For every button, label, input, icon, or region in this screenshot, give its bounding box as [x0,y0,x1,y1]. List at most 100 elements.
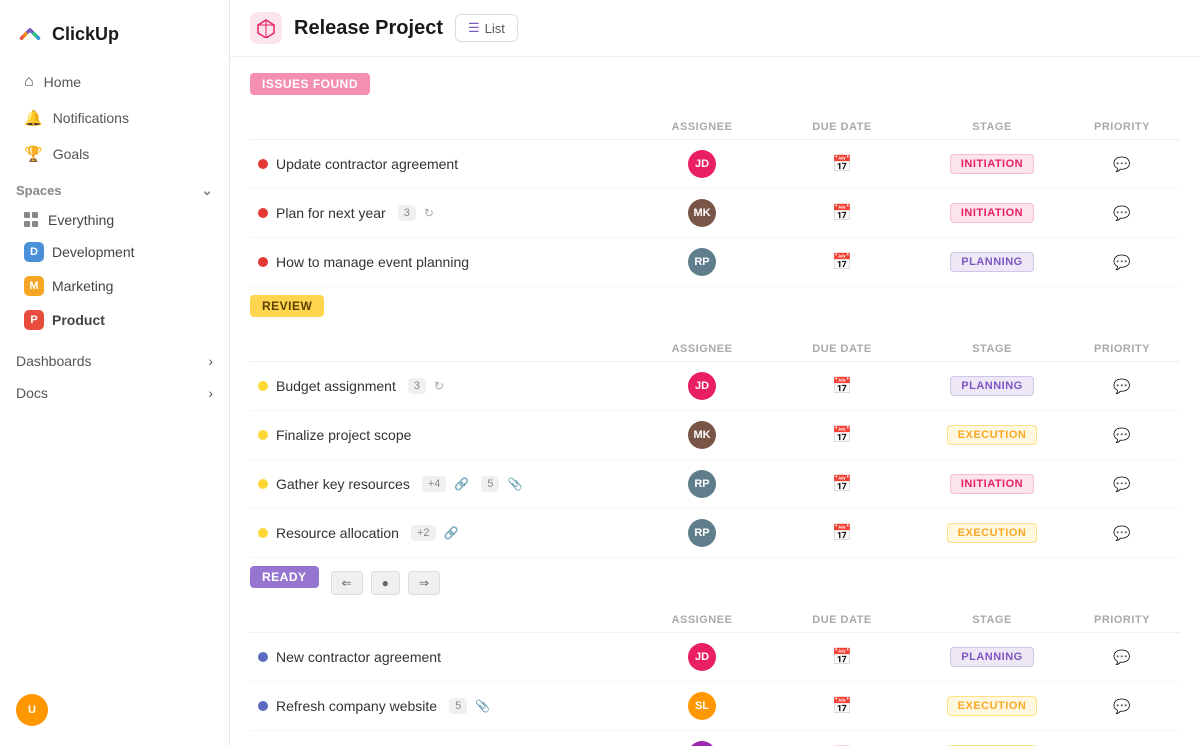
space-label-product: Product [52,312,105,328]
stage-cell: PLANNING [912,376,1072,396]
content-area: ISSUES FOUND ASSIGNEE DUE DATE STAGE PRI… [230,57,1200,746]
stage-badge: EXECUTION [947,425,1038,445]
sidebar: ClickUp ⌂ Home 🔔 Notifications 🏆 Goals S… [0,0,230,746]
view-label: List [485,21,505,36]
table-row[interactable]: Update contractor agreement JD 📅 INITIAT… [250,140,1180,189]
space-badge-d: D [24,242,44,262]
comment-icon: 💬 [1113,427,1130,444]
table-row[interactable]: Budget assignment 3 ↻ JD 📅 PLANNING 💬 [250,362,1180,411]
section-issues-found: ISSUES FOUND ASSIGNEE DUE DATE STAGE PRI… [250,73,1180,287]
calendar-icon: 📅 [832,154,852,174]
nav-item-notifications[interactable]: 🔔 Notifications [8,101,221,135]
space-item-product[interactable]: P Product [8,304,221,336]
dashboards-item[interactable]: Dashboards › [0,345,229,377]
nav-label-goals: Goals [53,146,90,162]
user-avatar[interactable]: U [16,694,48,726]
dashboards-label: Dashboards [16,353,92,369]
priority-cell: 💬 [1072,427,1172,444]
priority-cell: 💬 [1072,254,1172,271]
col-duedate-0: DUE DATE [772,121,912,133]
space-badge-m: M [24,276,44,296]
toolbar-btn-2[interactable]: ● [371,571,400,595]
table-row[interactable]: Resource allocation +2 🔗 RP 📅 EXECUTION … [250,509,1180,558]
sidebar-bottom: Dashboards › Docs › [0,345,229,409]
avatar: RP [688,248,716,276]
task-name: New contractor agreement [258,649,632,665]
avatar: JD [688,643,716,671]
clickup-logo-icon [16,20,44,48]
stage-badge: INITIATION [950,154,1034,174]
stage-cell: EXECUTION [912,523,1072,543]
priority-cell: 💬 [1072,205,1172,222]
project-icon [250,12,282,44]
section-label-ready: READY [250,566,319,588]
avatar: TM [688,741,716,746]
docs-label: Docs [16,385,48,401]
priority-cell: 💬 [1072,698,1172,715]
table-header-issues: ASSIGNEE DUE DATE STAGE PRIORITY [250,115,1180,140]
stage-badge: PLANNING [950,376,1033,396]
task-label: Budget assignment [276,378,396,394]
col-task-rd [258,614,632,626]
col-stage-rd: STAGE [912,614,1072,626]
calendar-icon: 📅 [832,203,852,223]
table-row[interactable]: How to manage event planning RP 📅 PLANNI… [250,238,1180,287]
list-icon: ☰ [468,20,480,36]
section-ready: READY ⇐ ● ⇒ ASSIGNEE DUE DATE STAGE PRIO… [250,566,1180,746]
priority-cell: 💬 [1072,649,1172,666]
task-label: How to manage event planning [276,254,469,270]
avatar: RP [688,519,716,547]
section-label-issues-found: ISSUES FOUND [250,73,370,95]
task-name: Update contractor agreement [258,156,632,172]
priority-dot [258,208,268,218]
toolbar-btn-3[interactable]: ⇒ [408,571,440,595]
space-item-everything[interactable]: Everything [8,206,221,234]
priority-cell: 💬 [1072,525,1172,542]
due-date-cell: 📅 [772,647,912,667]
stage-badge: INITIATION [950,203,1034,223]
priority-dot [258,381,268,391]
table-row[interactable]: Finalize project scope MK 📅 EXECUTION 💬 [250,411,1180,460]
table-row[interactable]: Plan for next year 3 ↻ MK 📅 INITIATION 💬 [250,189,1180,238]
list-view-button[interactable]: ☰ List [455,14,518,42]
due-date-cell: 📅 [772,474,912,494]
timer-icon: ↻ [434,379,444,393]
space-item-marketing[interactable]: M Marketing [8,270,221,302]
paperclip-icon: 📎 [507,477,522,491]
assignee-cell: SL [632,692,772,720]
space-badge-p: P [24,310,44,330]
toolbar-btn-1[interactable]: ⇐ [331,571,363,595]
space-item-development[interactable]: D Development [8,236,221,268]
avatar: MK [688,199,716,227]
space-label-everything: Everything [48,212,114,228]
table-row[interactable]: Update key objectives 5 📎 TM 📅 EXECUTION… [250,731,1180,746]
task-name: Refresh company website 5 📎 [258,698,632,714]
calendar-icon: 📅 [832,425,852,445]
stage-cell: EXECUTION [912,696,1072,716]
stage-cell: INITIATION [912,154,1072,174]
comment-icon: 💬 [1113,156,1130,173]
assignee-cell: MK [632,421,772,449]
task-name: Resource allocation +2 🔗 [258,525,632,541]
table-row[interactable]: Gather key resources +4 🔗 5 📎 RP 📅 INITI… [250,460,1180,509]
col-stage-0: STAGE [912,121,1072,133]
attach-count: 5 [449,698,467,714]
assignee-cell: RP [632,519,772,547]
stage-badge: INITIATION [950,474,1034,494]
stage-badge: EXECUTION [947,696,1038,716]
task-label: Resource allocation [276,525,399,541]
nav-label-notifications: Notifications [53,110,129,126]
task-name: Plan for next year 3 ↻ [258,205,632,221]
chevron-down-icon[interactable]: ⌄ [201,182,213,199]
table-row[interactable]: New contractor agreement JD 📅 PLANNING 💬 [250,633,1180,682]
table-row[interactable]: Refresh company website 5 📎 SL 📅 EXECUTI… [250,682,1180,731]
nav-item-goals[interactable]: 🏆 Goals [8,137,221,171]
calendar-icon: 📅 [832,252,852,272]
comment-icon: 💬 [1113,649,1130,666]
assignee-cell: RP [632,248,772,276]
docs-item[interactable]: Docs › [0,377,229,409]
comment-icon: 💬 [1113,698,1130,715]
nav-item-home[interactable]: ⌂ Home [8,65,221,99]
stage-cell: INITIATION [912,203,1072,223]
space-label-marketing: Marketing [52,278,113,294]
